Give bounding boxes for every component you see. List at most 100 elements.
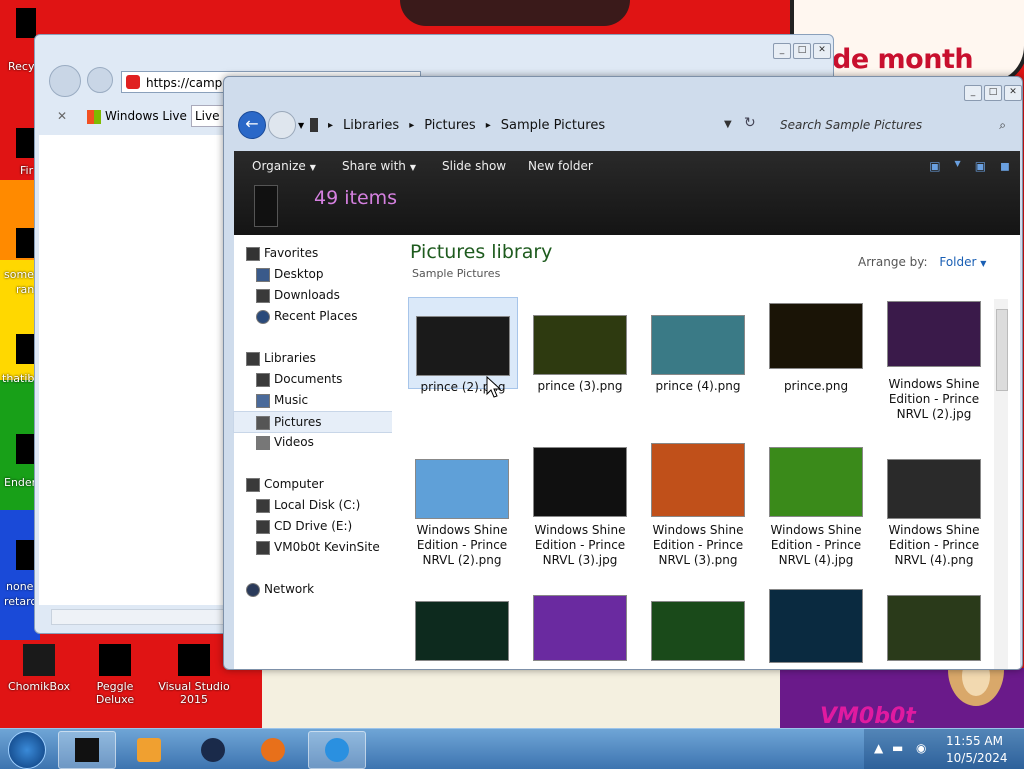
taskbar-media-player-button[interactable] — [120, 731, 178, 769]
desktop-icon-peggle[interactable]: Peggle Deluxe — [80, 644, 150, 706]
file-item[interactable]: Windows Shine Edition - Prince NRVL (4).… — [762, 443, 870, 568]
slide-show-button[interactable]: Slide show — [442, 159, 506, 173]
media-player-icon — [137, 738, 161, 762]
start-button[interactable] — [8, 731, 46, 769]
file-item[interactable]: prince.png — [762, 297, 870, 394]
refresh-icon[interactable]: ↻ — [744, 115, 756, 131]
breadcrumb-separator-icon[interactable]: ▸ — [328, 120, 333, 131]
address-dropdown-icon[interactable]: ▼ — [724, 119, 732, 130]
browser-tab-label[interactable]: Windows Live — [105, 109, 187, 123]
chevron-down-icon[interactable]: ▼ — [955, 159, 961, 173]
nav-favorites[interactable]: Favorites — [234, 243, 392, 263]
breadcrumb-separator-icon[interactable]: ▸ — [409, 120, 414, 131]
organize-label: Organize — [252, 159, 306, 173]
file-item[interactable]: Windows Shine Edition - Prince NRVL (2).… — [408, 443, 516, 568]
file-item[interactable]: Windows Shine Edition - Prince NRVL (2).… — [880, 297, 988, 422]
nav-recent-places[interactable]: Recent Places — [234, 306, 392, 326]
recent-pages-chevron-icon[interactable]: ▼ — [298, 121, 304, 130]
desktop-icon[interactable] — [16, 334, 36, 364]
file-item[interactable]: prince (4).png — [644, 297, 752, 394]
close-icon[interactable]: ✕ — [813, 43, 831, 59]
arrange-label: Arrange by: — [858, 255, 928, 269]
nav-videos[interactable]: Videos — [234, 432, 392, 452]
nav-downloads[interactable]: Downloads — [234, 285, 392, 305]
browser-content — [39, 135, 227, 605]
nav-pictures[interactable]: Pictures — [233, 411, 393, 433]
recycle-bin-icon[interactable] — [16, 8, 36, 38]
vertical-scrollbar[interactable] — [994, 299, 1008, 669]
close-icon[interactable]: ✕ — [1004, 85, 1022, 101]
search-icon[interactable]: ⌕ — [999, 113, 1006, 137]
file-item[interactable] — [644, 581, 752, 661]
libraries-icon — [246, 352, 260, 366]
close-tab-icon[interactable]: ✕ — [57, 109, 67, 123]
organize-button[interactable]: Organize ▼ — [252, 159, 316, 173]
breadcrumb-libraries[interactable]: Libraries — [343, 118, 399, 133]
desktop-icon-label: Visual Studio 2015 — [158, 680, 230, 706]
scrollbar-thumb[interactable] — [996, 309, 1008, 391]
desktop-icon[interactable] — [16, 128, 36, 158]
globe-icon — [201, 738, 225, 762]
help-icon[interactable]: ◼ — [1000, 159, 1010, 173]
nav-local-disk[interactable]: Local Disk (C:) — [234, 495, 392, 515]
maximize-icon[interactable]: □ — [793, 43, 811, 59]
file-item[interactable] — [762, 581, 870, 663]
desktop-icon-label: ran — [16, 283, 35, 296]
arrange-dropdown[interactable]: Folder ▼ — [939, 255, 986, 269]
breadcrumb-sample-pictures[interactable]: Sample Pictures — [501, 118, 605, 133]
forward-button[interactable] — [268, 111, 296, 139]
file-item[interactable]: Windows Shine Edition - Prince NRVL (4).… — [880, 443, 988, 568]
file-item[interactable] — [526, 581, 634, 661]
change-view-icon[interactable]: ▣ — [929, 159, 940, 173]
file-thumbnail — [533, 447, 627, 517]
nav-network[interactable]: Network — [234, 579, 392, 599]
nav-desktop[interactable]: Desktop — [234, 264, 392, 284]
minimize-icon[interactable]: _ — [773, 43, 791, 59]
taskbar-ie-button[interactable] — [308, 731, 366, 769]
network-drive-icon — [256, 541, 270, 555]
back-button[interactable]: ← — [238, 111, 266, 139]
file-item[interactable]: prince (3).png — [526, 297, 634, 394]
nav-item-label: Downloads — [274, 288, 340, 302]
taskbar-explorer-button[interactable] — [58, 731, 116, 769]
nav-music[interactable]: Music — [234, 390, 392, 410]
command-bar: Organize ▼ Share with ▼ Slide show New fol… — [234, 151, 1020, 235]
file-item[interactable] — [880, 581, 988, 661]
volume-icon[interactable]: ◉ — [916, 741, 926, 755]
file-list-pane: Pictures library Sample Pictures Arrange… — [392, 235, 1020, 669]
file-item[interactable]: Windows Shine Edition - Prince NRVL (3).… — [526, 443, 634, 568]
show-hidden-icons-icon[interactable]: ▲ — [874, 741, 883, 755]
share-with-button[interactable]: Share with ▼ — [342, 159, 416, 173]
minimize-icon[interactable]: _ — [964, 85, 982, 101]
chevron-down-icon: ▼ — [409, 163, 417, 172]
breadcrumb-pictures[interactable]: Pictures — [424, 118, 475, 133]
network-tray-icon[interactable]: ▬ — [892, 741, 903, 755]
nav-documents[interactable]: Documents — [234, 369, 392, 389]
browser-back-button[interactable] — [49, 65, 81, 97]
browser-horizontal-scrollbar[interactable] — [51, 609, 229, 625]
nav-libraries[interactable]: Libraries — [234, 348, 392, 368]
desktop-icon[interactable] — [16, 228, 36, 258]
desktop-icon-visual-studio[interactable]: Visual Studio 2015 — [156, 644, 232, 706]
clock-time[interactable]: 11:55 AM — [946, 734, 1003, 748]
desktop-icon-chomikbox[interactable]: ChomikBox — [4, 644, 74, 693]
desktop-icon[interactable] — [16, 434, 36, 464]
breadcrumb-separator-icon[interactable]: ▸ — [486, 120, 491, 131]
explorer-window[interactable]: _ □ ✕ ← ▼ ▸ Libraries ▸ Pictures ▸ Sampl… — [223, 76, 1023, 670]
maximize-icon[interactable]: □ — [984, 85, 1002, 101]
desktop-icon[interactable] — [16, 540, 36, 570]
new-folder-button[interactable]: New folder — [528, 159, 593, 173]
nav-vm-site[interactable]: VM0b0t KevinSite — [234, 537, 392, 557]
file-item[interactable] — [408, 581, 516, 661]
nav-computer[interactable]: Computer — [234, 474, 392, 494]
taskbar-firefox-button[interactable] — [244, 731, 302, 769]
search-input[interactable]: Search Sample Pictures ⌕ — [774, 113, 1012, 137]
file-name: Windows Shine Edition - Prince NRVL (2).… — [416, 523, 508, 567]
browser-forward-button[interactable] — [87, 67, 113, 93]
taskbar-app-button[interactable] — [184, 731, 242, 769]
nav-cd-drive[interactable]: CD Drive (E:) — [234, 516, 392, 536]
preview-pane-icon[interactable]: ▣ — [975, 159, 986, 173]
clock-date[interactable]: 10/5/2024 — [946, 751, 1008, 765]
chomikbox-icon — [23, 644, 55, 676]
file-item[interactable]: Windows Shine Edition - Prince NRVL (3).… — [644, 443, 752, 568]
